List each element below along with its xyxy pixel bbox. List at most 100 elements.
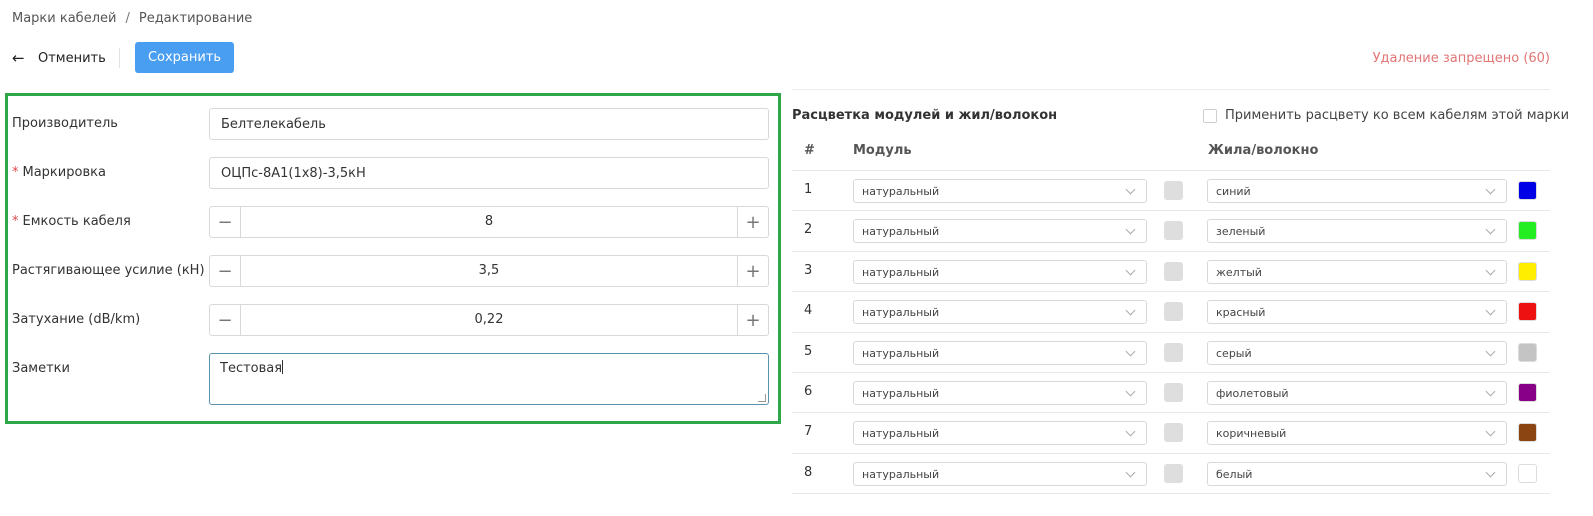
fiber-color-select[interactable]: коричневый	[1207, 421, 1507, 445]
notes-textarea[interactable]: Тестовая	[209, 353, 769, 405]
tensile-stepper: − 3,5 +	[209, 255, 769, 287]
fiber-color-select[interactable]: белый	[1207, 462, 1507, 486]
toolbar-divider	[119, 48, 120, 68]
fiber-color-swatch	[1518, 464, 1537, 483]
column-header-number: #	[804, 143, 815, 158]
tensile-input[interactable]: 3,5	[241, 256, 737, 286]
module-color-select[interactable]: натуральный	[853, 219, 1147, 243]
breadcrumb: Марки кабелей / Редактирование	[12, 11, 252, 26]
capacity-stepper: − 8 +	[209, 206, 769, 238]
module-color-swatch	[1164, 262, 1183, 281]
arrow-left-icon: ←	[12, 49, 25, 67]
chevron-down-icon	[1125, 426, 1136, 436]
manufacturer-input[interactable]: Белтелекабель	[209, 108, 769, 140]
fiber-color-select[interactable]: серый	[1207, 341, 1507, 365]
fiber-color-select[interactable]: фиолетовый	[1207, 381, 1507, 405]
capacity-input[interactable]: 8	[241, 207, 737, 237]
module-color-swatch	[1164, 464, 1183, 483]
table-row: 1 натуральный синий	[792, 170, 1550, 210]
capacity-label: * Емкость кабеля	[12, 214, 131, 229]
delete-status: Удаление запрещено (60)	[1372, 51, 1550, 66]
required-mark: *	[12, 165, 19, 180]
attenuation-increment-button[interactable]: +	[737, 305, 768, 335]
form-row-marking: * Маркировка ОЦПс-8А1(1х8)-3,5кН	[8, 157, 778, 189]
apply-colors-all-checkbox[interactable]: Применить расцвету ко всем кабелям этой …	[1203, 108, 1569, 123]
row-number: 3	[804, 263, 813, 278]
capacity-increment-button[interactable]: +	[737, 207, 768, 237]
breadcrumb-separator: /	[125, 11, 130, 26]
marking-label: * Маркировка	[12, 165, 106, 180]
row-number: 8	[804, 465, 813, 480]
chevron-down-icon	[1485, 346, 1496, 356]
breadcrumb-item-edit: Редактирование	[138, 11, 253, 26]
tensile-decrement-button[interactable]: −	[210, 256, 241, 286]
chevron-down-icon	[1125, 386, 1136, 396]
marking-input[interactable]: ОЦПс-8А1(1х8)-3,5кН	[209, 157, 769, 189]
fiber-color-swatch	[1518, 221, 1537, 240]
tensile-increment-button[interactable]: +	[737, 256, 768, 286]
module-color-select[interactable]: натуральный	[853, 179, 1147, 203]
module-color-select[interactable]: натуральный	[853, 300, 1147, 324]
table-bottom-border	[792, 493, 1550, 494]
apply-colors-all-label: Применить расцвету ко всем кабелям этой …	[1225, 108, 1570, 123]
module-color-swatch	[1164, 302, 1183, 321]
table-row: 2 натуральный зеленый	[792, 210, 1550, 250]
module-color-swatch	[1164, 181, 1183, 200]
chevron-down-icon	[1485, 265, 1496, 275]
row-number: 1	[804, 182, 813, 197]
fiber-color-swatch	[1518, 262, 1537, 281]
section-divider	[792, 89, 1550, 90]
chevron-down-icon	[1485, 467, 1496, 477]
row-number: 2	[804, 222, 813, 237]
attenuation-input[interactable]: 0,22	[241, 305, 737, 335]
save-button[interactable]: Сохранить	[135, 42, 234, 73]
module-color-swatch	[1164, 423, 1183, 442]
chevron-down-icon	[1125, 346, 1136, 356]
resize-handle-icon[interactable]	[758, 394, 766, 402]
column-header-module: Модуль	[853, 143, 912, 158]
attenuation-decrement-button[interactable]: −	[210, 305, 241, 335]
module-color-select[interactable]: натуральный	[853, 462, 1147, 486]
module-color-swatch	[1164, 383, 1183, 402]
table-row: 4 натуральный красный	[792, 291, 1550, 331]
chevron-down-icon	[1485, 386, 1496, 396]
fiber-color-select[interactable]: синий	[1207, 179, 1507, 203]
cancel-button[interactable]: ← Отменить	[12, 48, 106, 68]
module-color-select[interactable]: натуральный	[853, 421, 1147, 445]
cable-properties-form: Производитель Белтелекабель * Маркировка …	[5, 93, 781, 424]
module-color-select[interactable]: натуральный	[853, 260, 1147, 284]
row-number: 6	[804, 384, 813, 399]
attenuation-stepper: − 0,22 +	[209, 304, 769, 336]
form-row-notes: Заметки Тестовая	[8, 353, 778, 405]
text-caret	[282, 360, 284, 374]
notes-label: Заметки	[12, 361, 70, 376]
row-number: 5	[804, 344, 813, 359]
breadcrumb-item-cable-brands[interactable]: Марки кабелей	[12, 11, 116, 26]
chevron-down-icon	[1125, 467, 1136, 477]
cancel-button-label: Отменить	[38, 50, 106, 66]
table-row: 8 натуральный белый	[792, 453, 1550, 493]
fiber-color-select[interactable]: зеленый	[1207, 219, 1507, 243]
module-color-select[interactable]: натуральный	[853, 341, 1147, 365]
form-row-manufacturer: Производитель Белтелекабель	[8, 108, 778, 140]
fiber-color-select[interactable]: желтый	[1207, 260, 1507, 284]
colors-section-title: Расцветка модулей и жил/волокон	[792, 108, 1058, 123]
module-color-select[interactable]: натуральный	[853, 381, 1147, 405]
fiber-color-swatch	[1518, 343, 1537, 362]
chevron-down-icon	[1125, 184, 1136, 194]
table-row: 6 натуральный фиолетовый	[792, 372, 1550, 412]
fiber-color-swatch	[1518, 302, 1537, 321]
chevron-down-icon	[1125, 224, 1136, 234]
form-row-attenuation: Затухание (dB/km) − 0,22 +	[8, 304, 778, 336]
row-number: 7	[804, 424, 813, 439]
fiber-color-swatch	[1518, 423, 1537, 442]
checkbox-icon[interactable]	[1203, 108, 1217, 123]
attenuation-label: Затухание (dB/km)	[12, 312, 141, 327]
notes-text: Тестовая	[220, 361, 283, 376]
fiber-color-select[interactable]: красный	[1207, 300, 1507, 324]
chevron-down-icon	[1485, 426, 1496, 436]
chevron-down-icon	[1485, 305, 1496, 315]
capacity-decrement-button[interactable]: −	[210, 207, 241, 237]
row-number: 4	[804, 303, 813, 318]
chevron-down-icon	[1125, 265, 1136, 275]
